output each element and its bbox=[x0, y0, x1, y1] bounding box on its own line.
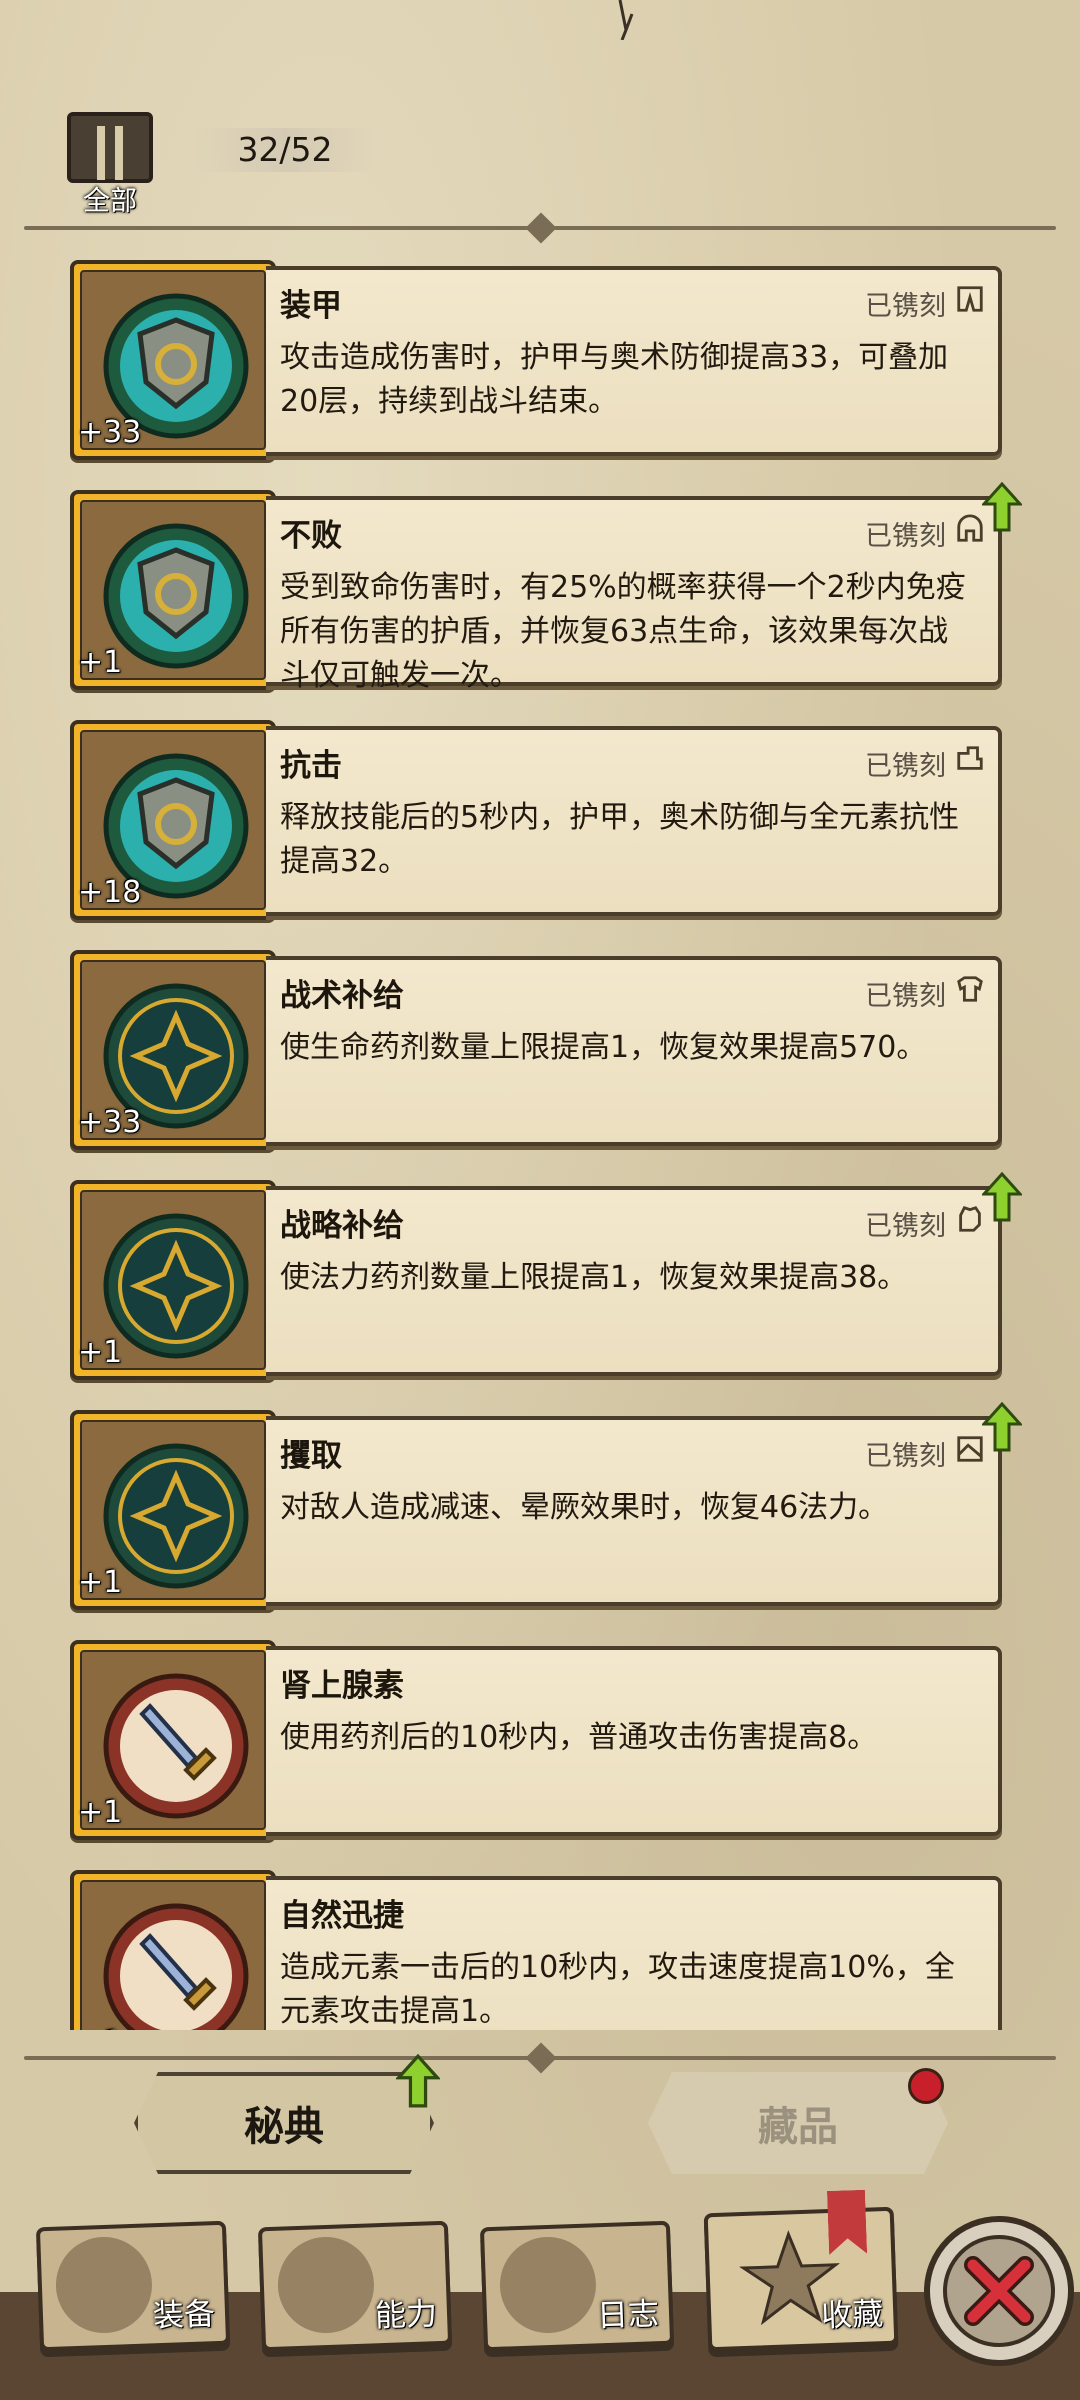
emblem-frame[interactable]: +1 bbox=[70, 1180, 276, 1380]
inscription-card[interactable]: +1 肾上腺素 使用药剂后的10秒内，普通攻击伤害提高8。 bbox=[70, 1634, 1002, 1840]
inscription-description: 攻击造成伤害时，护甲与奥术防御提高33，可叠加20层，持续到战斗结束。 bbox=[280, 340, 949, 419]
tab-collection-label: 藏品 bbox=[758, 2104, 838, 2150]
emblem-frame[interactable]: +1 bbox=[70, 1640, 276, 1840]
engraved-status: 已镌刻 bbox=[865, 981, 946, 1012]
close-button[interactable] bbox=[924, 2216, 1074, 2366]
bonus-value: +33 bbox=[78, 415, 142, 450]
filter-icon bbox=[67, 112, 153, 183]
ability-icon bbox=[276, 2235, 376, 2335]
upgrade-arrow-icon bbox=[982, 482, 1022, 532]
nav-journal-button[interactable]: 日志 bbox=[479, 2220, 675, 2352]
nav-collect-label: 收藏 bbox=[820, 2296, 884, 2335]
tab-codex-label: 秘典 bbox=[244, 2104, 324, 2150]
boots-slot-icon bbox=[957, 746, 983, 770]
nav-collect-button[interactable]: 收藏 bbox=[703, 2207, 899, 2352]
inscription-card[interactable]: +1 不败 已镌刻 受到致命伤害时，有25%的概率获得一个2秒内免疫所有伤害的护… bbox=[70, 482, 1022, 693]
bookmark-icon bbox=[827, 2190, 867, 2255]
filter-label: 全部 bbox=[83, 186, 137, 217]
inscription-card[interactable]: +33 战术补给 已镌刻 使生命药剂数量上限提高1，恢复效果提高570。 bbox=[70, 944, 1002, 1150]
inscription-description: 造成元素一击后的10秒内，攻击速度提高10%，全元素攻击提高1。 bbox=[280, 1950, 955, 2029]
inscription-title: 战术补给 bbox=[280, 978, 404, 1014]
inscription-panel: 战略补给 已镌刻 使法力药剂数量上限提高1，恢复效果提高38。 bbox=[266, 1172, 1022, 1376]
inscription-panel: 战术补给 已镌刻 使生命药剂数量上限提高1，恢复效果提高570。 bbox=[266, 956, 1002, 1146]
emblem-frame[interactable]: +33 bbox=[70, 260, 276, 460]
tab-codex[interactable]: 秘典 bbox=[134, 2072, 434, 2174]
engraved-status: 已镌刻 bbox=[865, 521, 946, 552]
engraved-status: 已镌刻 bbox=[865, 1211, 946, 1242]
notification-dot bbox=[908, 2068, 944, 2104]
bonus-value: +33 bbox=[78, 1105, 142, 1140]
nav-equipment-label: 装备 bbox=[152, 2296, 216, 2335]
inscription-description: 使生命药剂数量上限提高1，恢复效果提高570。 bbox=[280, 1030, 927, 1065]
inscription-description: 使法力药剂数量上限提高1，恢复效果提高38。 bbox=[280, 1260, 908, 1295]
engraved-status: 已镌刻 bbox=[865, 291, 946, 322]
inscription-panel: 抗击 已镌刻 释放技能后的5秒内，护甲，奥术防御与全元素抗性提高32。 bbox=[266, 726, 1002, 916]
nav-equipment-button[interactable]: 装备 bbox=[35, 2220, 231, 2352]
inscription-title: 自然迅捷 bbox=[280, 1898, 404, 1934]
emblem-frame[interactable]: +33 bbox=[70, 950, 276, 1150]
inscription-panel: 自然迅捷 造成元素一击后的10秒内，攻击速度提高10%，全元素攻击提高1。 bbox=[266, 1876, 1002, 2030]
inscription-card[interactable]: +18 抗击 已镌刻 释放技能后的5秒内，护甲，奥术防御与全元素抗性提高32。 bbox=[70, 714, 1002, 920]
bonus-value: +1 bbox=[78, 645, 123, 680]
tab-collection[interactable]: 藏品 bbox=[648, 2072, 948, 2174]
crack-decoration bbox=[618, 0, 634, 40]
inscription-panel: 肾上腺素 使用药剂后的10秒内，普通攻击伤害提高8。 bbox=[266, 1646, 1002, 1836]
journal-icon bbox=[498, 2235, 598, 2335]
nav-ability-button[interactable]: 能力 bbox=[257, 2220, 453, 2352]
armor-slot-icon bbox=[957, 976, 983, 1002]
inscription-description: 对敌人造成减速、晕厥效果时，恢复46法力。 bbox=[280, 1490, 889, 1525]
inscription-panel: 不败 已镌刻 受到致命伤害时，有25%的概率获得一个2秒内免疫所有伤害的护盾，并… bbox=[266, 482, 1022, 693]
pants-slot-icon bbox=[957, 286, 983, 312]
nav-ability-label: 能力 bbox=[374, 2296, 438, 2335]
inscription-list[interactable]: +33 装甲 已镌刻 攻击造成伤害时，护甲与奥术防御提高33，可叠加20层，持续… bbox=[0, 250, 1080, 2030]
sword-emblem-icon bbox=[103, 1903, 249, 2030]
inscription-card[interactable]: +33 装甲 已镌刻 攻击造成伤害时，护甲与奥术防御提高33，可叠加20层，持续… bbox=[70, 254, 1002, 460]
inscription-title: 战略补给 bbox=[280, 1208, 404, 1244]
close-icon bbox=[964, 2256, 1034, 2326]
emblem-frame[interactable]: +18 bbox=[70, 720, 276, 920]
inscription-description: 受到致命伤害时，有25%的概率获得一个2秒内免疫所有伤害的护盾，并恢复63点生命… bbox=[280, 570, 966, 693]
bonus-value: +1 bbox=[78, 1795, 123, 1830]
filter-all-button[interactable]: 全部 bbox=[64, 112, 156, 218]
bonus-value: +1 bbox=[78, 1565, 123, 1600]
collection-counter: 32/52 bbox=[190, 128, 380, 172]
nav-journal-label: 日志 bbox=[596, 2296, 660, 2335]
inscription-card[interactable]: +1 战略补给 已镌刻 使法力药剂数量上限提高1，恢复效果提高38。 bbox=[70, 1172, 1022, 1380]
header-bar: 全部 32/52 bbox=[0, 100, 1080, 230]
codex-upgrade-arrow-icon bbox=[396, 2054, 440, 2108]
bottom-nav: 装备 能力 日志 收藏 bbox=[0, 2200, 1080, 2400]
bonus-value: +18 bbox=[78, 875, 142, 910]
inscription-card[interactable]: +1 攫取 已镌刻 对敌人造成减速、晕厥效果时，恢复46法力。 bbox=[70, 1402, 1022, 1610]
inscription-title: 攫取 bbox=[280, 1438, 342, 1474]
axe-icon bbox=[54, 2235, 154, 2335]
inscription-title: 抗击 bbox=[280, 748, 342, 784]
inscription-panel: 攫取 已镌刻 对敌人造成减速、晕厥效果时，恢复46法力。 bbox=[266, 1402, 1022, 1606]
inscription-title: 不败 bbox=[280, 518, 342, 554]
inscription-title: 装甲 bbox=[280, 288, 342, 324]
inscription-panel: 装甲 已镌刻 攻击造成伤害时，护甲与奥术防御提高33，可叠加20层，持续到战斗结… bbox=[266, 266, 1002, 456]
emblem-frame[interactable]: +1 bbox=[70, 490, 276, 690]
emblem-frame[interactable]: +1 bbox=[70, 1870, 276, 2030]
bonus-value: +1 bbox=[78, 1335, 123, 1370]
upgrade-arrow-icon bbox=[982, 1172, 1022, 1222]
emblem-frame[interactable]: +1 bbox=[70, 1410, 276, 1610]
inscription-title: 肾上腺素 bbox=[280, 1668, 404, 1704]
inscription-description: 使用药剂后的10秒内，普通攻击伤害提高8。 bbox=[280, 1720, 878, 1755]
top-divider bbox=[24, 212, 1056, 244]
inscription-description: 释放技能后的5秒内，护甲，奥术防御与全元素抗性提高32。 bbox=[280, 800, 960, 879]
upgrade-arrow-icon bbox=[982, 1402, 1022, 1452]
inscription-card[interactable]: +1 自然迅捷 造成元素一击后的10秒内，攻击速度提高10%，全元素攻击提高1。 bbox=[70, 1864, 1002, 2030]
engraved-status: 已镌刻 bbox=[865, 1441, 946, 1472]
engraved-status: 已镌刻 bbox=[865, 751, 946, 782]
